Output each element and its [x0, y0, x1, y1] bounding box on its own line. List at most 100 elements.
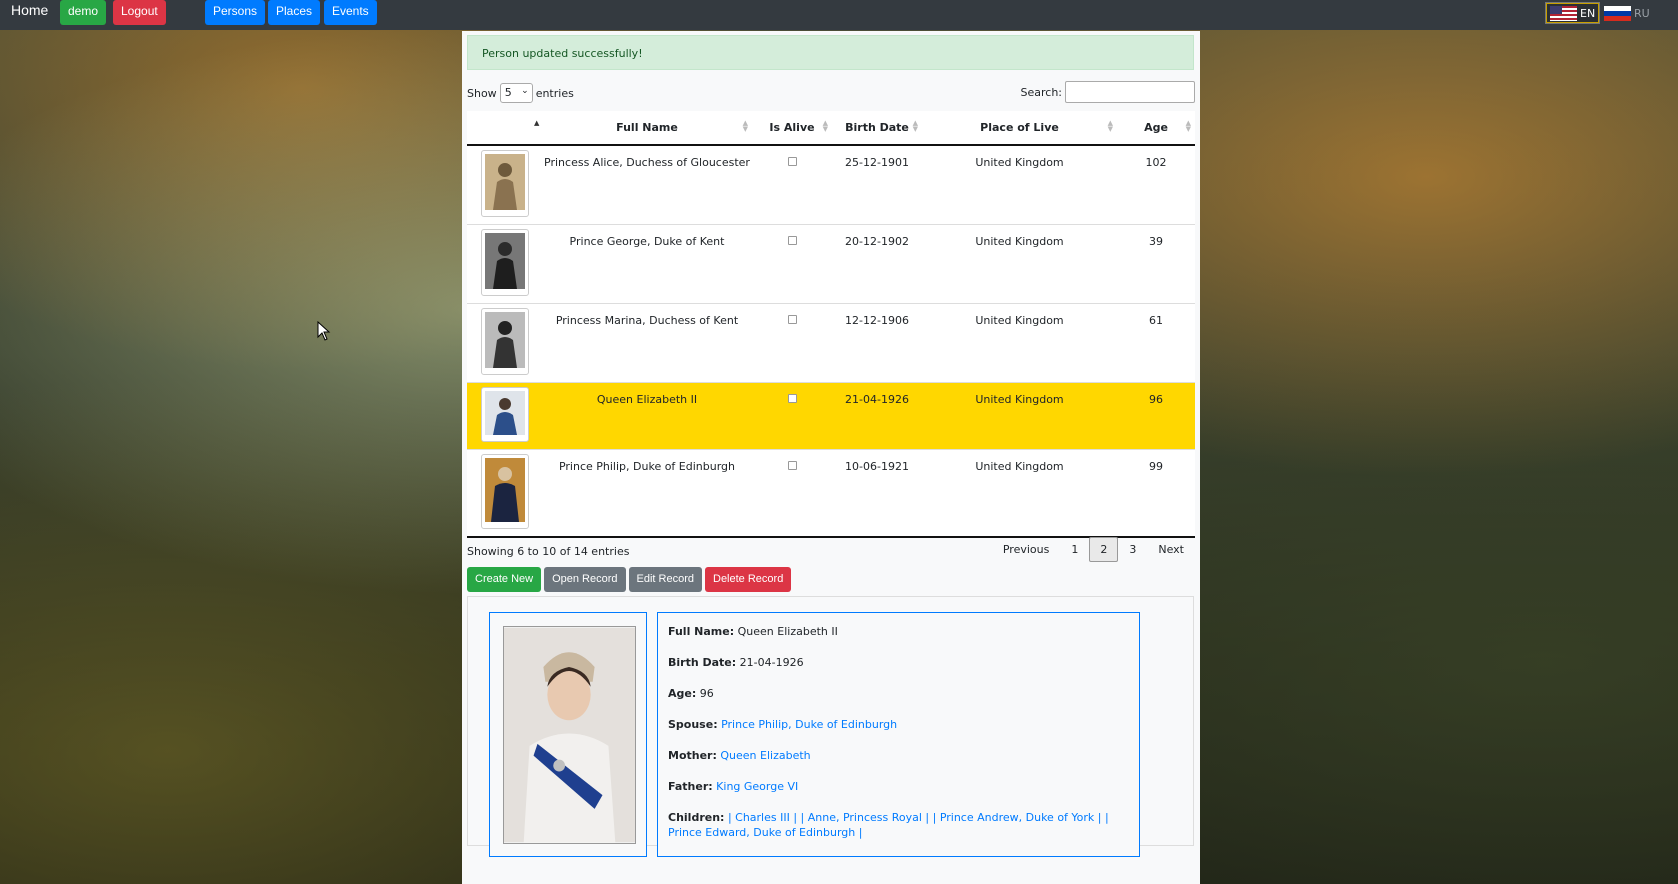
pagination: Previous 1 2 3 Next [992, 537, 1195, 562]
column-header-place[interactable]: Place of Live ▲ ▼ [922, 111, 1117, 146]
persons-table: ▲ Full Name ▲ ▼ Is Alive ▲ ▼ Birth Date ▲ ▼ Pl… [467, 111, 1195, 538]
sort-asc-icon: ▲ [534, 119, 540, 127]
search-label: Search: [1020, 85, 1063, 99]
column-header-photo[interactable]: ▲ [467, 111, 542, 146]
birth-date-value: 21-04-1926 [739, 656, 804, 669]
mouse-cursor-icon [317, 321, 331, 341]
spouse-link[interactable]: Prince Philip, Duke of Edinburgh [721, 718, 897, 731]
search-control: Search: [1020, 81, 1195, 103]
cell-full-name: Queen Elizabeth II [542, 382, 752, 450]
pagination-previous[interactable]: Previous [992, 537, 1061, 562]
table-header-row: ▲ Full Name ▲ ▼ Is Alive ▲ ▼ Birth Date ▲ ▼ Pl… [467, 111, 1195, 146]
column-header-is-alive[interactable]: Is Alive ▲ ▼ [752, 111, 832, 146]
cell-place: United Kingdom [922, 144, 1117, 225]
cell-place: United Kingdom [922, 224, 1117, 304]
cell-full-name: Princess Marina, Duchess of Kent [542, 303, 752, 383]
column-header-birth-date[interactable]: Birth Date ▲ ▼ [832, 111, 922, 146]
home-link[interactable]: Home [11, 2, 48, 18]
edit-record-button[interactable]: Edit Record [628, 567, 702, 592]
cell-birth-date: 10-06-1921 [832, 449, 922, 538]
person-thumbnail [480, 387, 529, 442]
lang-ru-button[interactable]: RU [1600, 2, 1654, 24]
page-size-value: 5 [504, 86, 512, 99]
user-button[interactable]: demo [60, 0, 107, 25]
success-alert: Person updated successfully! [467, 35, 1194, 70]
sort-icon: ▲ ▼ [1185, 119, 1191, 133]
cell-age: 99 [1117, 449, 1195, 538]
places-button[interactable]: Places [268, 0, 321, 25]
page-size-control: Show 5 ⌄ entries [467, 83, 574, 103]
person-thumbnail [480, 229, 529, 296]
pagination-page-1[interactable]: 1 [1060, 537, 1089, 562]
person-thumbnail [480, 308, 529, 375]
person-thumbnail [480, 150, 529, 217]
chevron-down-icon: ⌄ [521, 86, 529, 96]
pagination-next[interactable]: Next [1147, 537, 1195, 562]
cell-birth-date: 21-04-1926 [832, 382, 922, 450]
cell-age: 102 [1117, 144, 1195, 225]
table-row[interactable]: Princess Marina, Duchess of Kent 12-12-1… [467, 303, 1195, 383]
children-links[interactable]: | Charles III | | Anne, Princess Royal |… [668, 811, 1109, 839]
delete-record-button[interactable]: Delete Record [705, 567, 792, 592]
us-flag-icon [1550, 5, 1577, 21]
create-new-button[interactable]: Create New [467, 567, 542, 592]
search-input[interactable] [1065, 81, 1195, 103]
sort-icon: ▲ ▼ [822, 119, 828, 133]
table-info: Showing 6 to 10 of 14 entries [467, 545, 630, 558]
lang-ru-label: RU [1634, 6, 1650, 20]
cell-place: United Kingdom [922, 303, 1117, 383]
show-label: Show [467, 86, 497, 100]
cell-place: United Kingdom [922, 449, 1117, 538]
table-row-selected[interactable]: Queen Elizabeth II 21-04-1926 United Kin… [467, 382, 1195, 450]
cell-birth-date: 20-12-1902 [832, 224, 922, 304]
person-detail-card: Full Name: Queen Elizabeth II Birth Date… [467, 596, 1194, 857]
pagination-page-2[interactable]: 2 [1089, 537, 1119, 562]
cell-age: 39 [1117, 224, 1195, 304]
fact-children: Children: | Charles III | | Anne, Prince… [668, 811, 1109, 839]
sort-icon: ▲ ▼ [742, 119, 748, 133]
navbar: Home demo Logout Persons Places Events E… [0, 0, 1678, 30]
age-value: 96 [699, 687, 714, 700]
is-alive-checkbox [787, 315, 797, 324]
is-alive-checkbox [787, 157, 797, 166]
ru-flag-icon [1604, 5, 1631, 21]
table-row[interactable]: Prince George, Duke of Kent 20-12-1902 U… [467, 224, 1195, 304]
fact-mother: Mother: Queen Elizabeth [668, 749, 811, 762]
cell-birth-date: 25-12-1901 [832, 144, 922, 225]
page-size-select[interactable]: 5 ⌄ [499, 83, 533, 103]
mother-link[interactable]: Queen Elizabeth [720, 749, 810, 762]
sort-icon: ▲ ▼ [1107, 119, 1113, 133]
cell-full-name: Prince George, Duke of Kent [542, 224, 752, 304]
cell-full-name: Princess Alice, Duchess of Gloucester [542, 144, 752, 225]
main-panel: Person updated successfully! Show 5 ⌄ en… [462, 31, 1200, 884]
is-alive-checkbox [787, 394, 797, 403]
cell-age: 61 [1117, 303, 1195, 383]
person-photo [503, 626, 636, 844]
record-actions: Create New Open Record Edit Record Delet… [467, 567, 792, 592]
fact-spouse: Spouse: Prince Philip, Duke of Edinburgh [668, 718, 898, 731]
logout-button[interactable]: Logout [113, 0, 166, 25]
cell-full-name: Prince Philip, Duke of Edinburgh [542, 449, 752, 538]
table-row[interactable]: Prince Philip, Duke of Edinburgh 10-06-1… [467, 449, 1195, 538]
full-name-value: Queen Elizabeth II [737, 625, 838, 638]
table-row[interactable]: Princess Alice, Duchess of Gloucester 25… [467, 144, 1195, 225]
pagination-page-3[interactable]: 3 [1118, 537, 1147, 562]
person-facts: Full Name: Queen Elizabeth II Birth Date… [657, 612, 1140, 857]
person-thumbnail [480, 454, 529, 529]
cell-birth-date: 12-12-1906 [832, 303, 922, 383]
open-record-button[interactable]: Open Record [544, 567, 626, 592]
lang-en-button[interactable]: EN [1545, 2, 1601, 24]
fact-father: Father: King George VI [668, 780, 799, 793]
persons-button[interactable]: Persons [205, 0, 266, 25]
events-button[interactable]: Events [324, 0, 377, 25]
sort-icon: ▲ ▼ [912, 119, 918, 133]
is-alive-checkbox [787, 236, 797, 245]
father-link[interactable]: King George VI [716, 780, 798, 793]
fact-full-name: Full Name: Queen Elizabeth II [668, 625, 838, 638]
entries-label: entries [535, 86, 574, 100]
cell-place: United Kingdom [922, 382, 1117, 450]
fact-age: Age: 96 [668, 687, 714, 700]
column-header-full-name[interactable]: Full Name ▲ ▼ [542, 111, 752, 146]
column-header-age[interactable]: Age ▲ ▼ [1117, 111, 1195, 146]
cell-age: 96 [1117, 382, 1195, 450]
